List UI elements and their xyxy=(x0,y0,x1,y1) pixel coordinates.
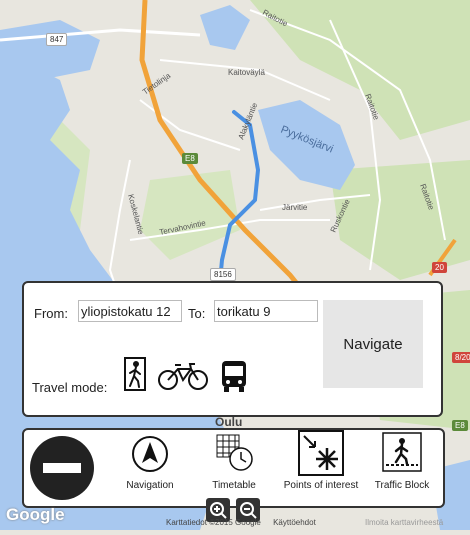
walk-icon[interactable] xyxy=(124,357,146,396)
tool-navigation[interactable]: Navigation xyxy=(116,430,184,506)
navigate-button[interactable]: Navigate xyxy=(323,300,423,388)
travel-mode-label: Travel mode: xyxy=(32,380,108,395)
bicycle-icon[interactable] xyxy=(157,363,209,396)
from-label: From: xyxy=(34,306,68,321)
map-label: Kaitoväylä xyxy=(228,68,265,77)
report-map-error-link[interactable]: Ilmoita karttavirheestä xyxy=(365,518,443,527)
to-label: To: xyxy=(188,306,206,321)
bottom-toolbar: Navigation Timetable Points of interest xyxy=(22,428,445,508)
tool-traffic-block[interactable]: Traffic Block xyxy=(366,430,438,506)
map-copyright: Karttatiedot ©2015 Google Käyttöehdot xyxy=(166,518,316,527)
route-panel: From: To: Navigate Travel mode: xyxy=(22,281,443,417)
map-label: Oulu xyxy=(215,415,242,429)
points-of-interest-icon xyxy=(298,430,344,481)
road-shield: 8/20 xyxy=(452,352,470,363)
tool-label: Points of interest xyxy=(283,480,359,491)
google-logo: Google xyxy=(6,505,65,524)
road-shield: 847 xyxy=(46,33,68,46)
timetable-icon xyxy=(214,432,254,477)
map-label: Järvitie xyxy=(282,203,308,212)
terms-link[interactable]: Käyttöehdot xyxy=(273,518,316,527)
remove-button[interactable] xyxy=(30,436,94,500)
tool-label: Navigation xyxy=(126,480,174,491)
tool-points-of-interest[interactable]: Points of interest xyxy=(276,430,366,506)
tool-timetable[interactable]: Timetable xyxy=(200,430,268,506)
minus-icon xyxy=(43,463,81,473)
to-input[interactable] xyxy=(214,300,318,322)
road-shield: 8156 xyxy=(210,268,236,281)
road-shield: E8 xyxy=(182,153,198,164)
road-shield: 20 xyxy=(432,262,447,273)
navigation-arrow-icon xyxy=(130,434,170,479)
road-shield: E8 xyxy=(452,420,468,431)
traffic-block-icon xyxy=(382,432,422,477)
copyright-text: Karttatiedot ©2015 Google xyxy=(166,518,261,527)
from-input[interactable] xyxy=(78,300,182,322)
tool-label: Timetable xyxy=(212,480,256,491)
bus-icon[interactable] xyxy=(220,359,248,398)
tool-label: Traffic Block xyxy=(374,480,430,491)
